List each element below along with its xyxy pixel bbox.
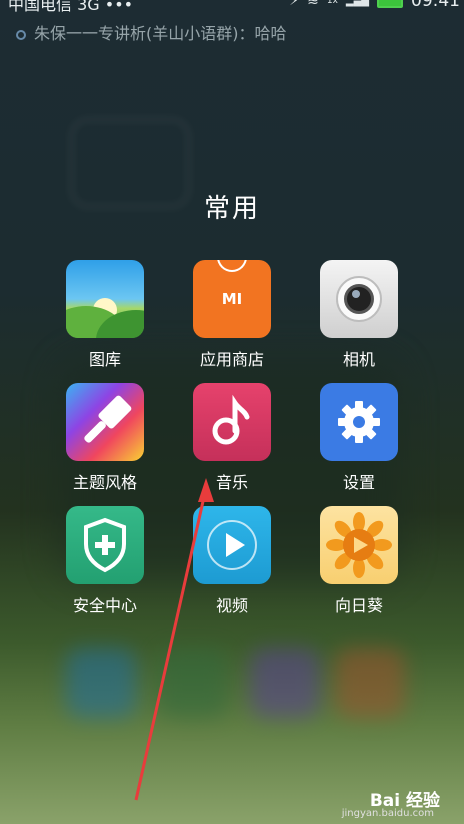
annotation-arrow [134, 478, 214, 801]
watermark-url: jingyan.baidu.com [341, 808, 434, 819]
